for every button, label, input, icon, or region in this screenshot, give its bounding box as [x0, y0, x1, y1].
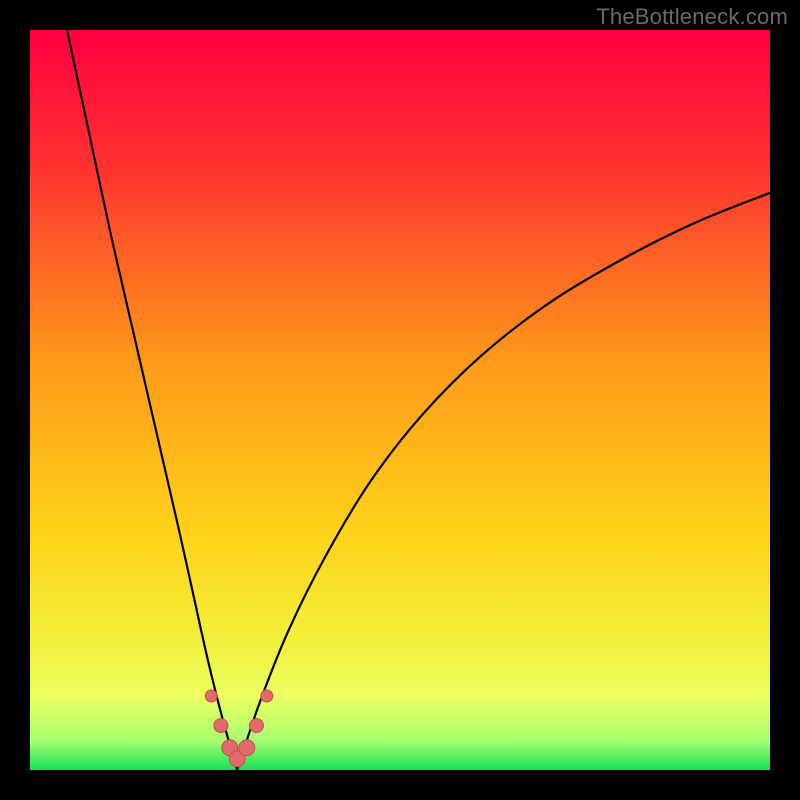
marker-point	[249, 719, 263, 733]
bottleneck-chart	[30, 30, 770, 770]
marker-point	[239, 740, 255, 756]
chart-frame: TheBottleneck.com	[0, 0, 800, 800]
marker-point	[205, 690, 217, 702]
gradient-bg	[30, 30, 770, 770]
watermark-text: TheBottleneck.com	[596, 4, 788, 30]
marker-point	[214, 719, 228, 733]
marker-point	[261, 690, 273, 702]
